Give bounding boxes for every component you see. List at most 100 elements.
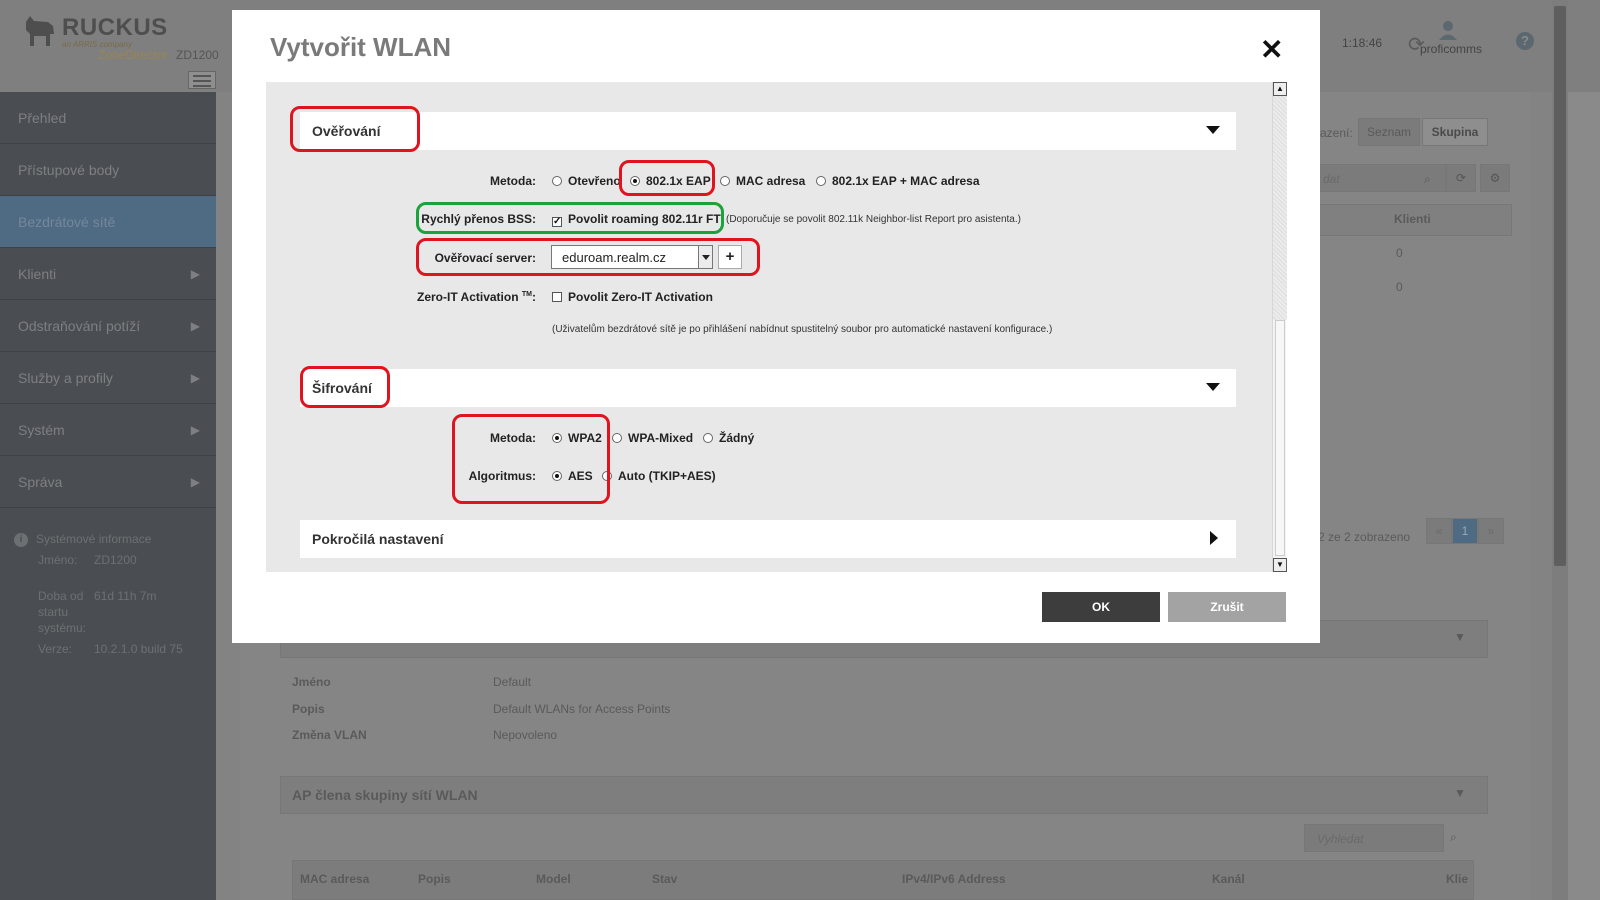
form-scrollbar[interactable]: ▲ ▼ bbox=[1272, 82, 1287, 572]
search-icon[interactable]: ⌕ bbox=[1424, 172, 1431, 187]
encryption-wpa2[interactable]: WPA2 bbox=[552, 431, 602, 445]
auth-server-select[interactable]: eduroam.realm.cz bbox=[551, 245, 713, 269]
detail-vlan-value: Nepovoleno bbox=[493, 728, 558, 742]
trademark-mark: TM bbox=[521, 291, 532, 298]
chevron-down-icon bbox=[1206, 383, 1220, 391]
create-wlan-dialog: Vytvořit WLAN ✕ Ověřování Metoda: Otevře… bbox=[232, 10, 1320, 643]
sidebar-item-services-profiles[interactable]: Služby a profily ▶ bbox=[0, 352, 216, 404]
sidebar-item-access-points[interactable]: Přístupové body bbox=[0, 144, 216, 196]
pagination-text: 2 ze 2 zobrazeno bbox=[1318, 530, 1411, 544]
algorithm-auto[interactable]: Auto (TKIP+AES) bbox=[602, 469, 716, 483]
refresh-list-button[interactable]: ⟳ bbox=[1446, 164, 1476, 192]
chevron-down-icon[interactable]: ▼ bbox=[1454, 630, 1466, 644]
detail-name-label: Jméno bbox=[292, 675, 331, 689]
sidebar-item-label: Bezdrátové sítě bbox=[18, 214, 116, 230]
view-group-button[interactable]: Skupina bbox=[1422, 118, 1488, 146]
checkbox-icon bbox=[552, 292, 562, 302]
chevron-right-icon: ▶ bbox=[190, 319, 200, 333]
add-server-button[interactable]: + bbox=[718, 245, 742, 269]
detail-description-value: Default WLANs for Access Points bbox=[493, 702, 671, 716]
view-list-button[interactable]: Seznam bbox=[1358, 118, 1420, 146]
column-header: Popis bbox=[418, 872, 451, 886]
sidebar-item-label: Odstraňování potíží bbox=[18, 318, 141, 334]
section-authentication[interactable]: Ověřování bbox=[300, 112, 1236, 150]
page-next-button[interactable]: » bbox=[1478, 518, 1504, 544]
cancel-button[interactable]: Zrušit bbox=[1168, 592, 1286, 622]
sidebar-item-overview[interactable]: Přehled bbox=[0, 92, 216, 144]
sidebar-item-administration[interactable]: Správa ▶ bbox=[0, 456, 216, 508]
fast-bss-checkbox[interactable]: ✓ Povolit roaming 802.11r FT bbox=[552, 212, 721, 227]
ap-group-title: AP člena skupiny sítí WLAN bbox=[292, 787, 478, 803]
top-right-tools: 1:18:46 ⟳ proficomms ? bbox=[1330, 18, 1570, 68]
radio-icon bbox=[612, 433, 622, 443]
radio-icon bbox=[703, 433, 713, 443]
option-label: 802.1x EAP + MAC adresa bbox=[832, 174, 980, 188]
zeroit-label: Zero-IT Activation TM: bbox=[386, 290, 536, 304]
user-icon[interactable] bbox=[1438, 20, 1458, 40]
option-label: Otevřeno bbox=[568, 174, 621, 188]
section-advanced[interactable]: Pokročilá nastavení bbox=[300, 520, 1236, 558]
scrollbar-thumb[interactable] bbox=[1554, 6, 1566, 566]
close-icon[interactable]: ✕ bbox=[1260, 36, 1283, 64]
settings-button[interactable]: ⚙ bbox=[1480, 164, 1510, 192]
auth-method-label: Metoda: bbox=[490, 174, 536, 188]
option-label: 802.1x EAP bbox=[646, 174, 711, 188]
section-title: Ověřování bbox=[312, 123, 381, 139]
scroll-down-icon[interactable]: ▼ bbox=[1273, 558, 1287, 572]
search-icon[interactable]: ⌕ bbox=[1450, 830, 1457, 845]
zeroit-label-colon: : bbox=[532, 290, 536, 304]
menu-toggle-button[interactable] bbox=[188, 71, 216, 89]
view-list-label: Seznam bbox=[1366, 125, 1412, 139]
column-header: MAC adresa bbox=[300, 872, 370, 886]
scroll-up-icon[interactable]: ▲ bbox=[1273, 82, 1287, 96]
zeroit-checkbox[interactable]: Povolit Zero-IT Activation bbox=[552, 290, 713, 304]
zeroit-hint: (Uživatelům bezdrátové sítě je po přihlá… bbox=[552, 324, 1053, 335]
encryption-none[interactable]: Žádný bbox=[703, 431, 754, 445]
fast-bss-hint: (Doporučuje se povolit 802.11k Neighbor-… bbox=[726, 214, 1021, 225]
chevron-right-icon bbox=[1210, 531, 1218, 545]
help-icon[interactable]: ? bbox=[1516, 32, 1534, 50]
auth-server-value: eduroam.realm.cz bbox=[562, 250, 667, 265]
sidebar-item-label: Správa bbox=[18, 474, 63, 490]
dog-logo-icon bbox=[26, 16, 54, 46]
page-scrollbar[interactable] bbox=[1552, 0, 1568, 900]
product-model: ZD1200 bbox=[176, 48, 219, 62]
sidebar-item-label: Přehled bbox=[18, 110, 67, 126]
chevron-down-icon[interactable] bbox=[698, 246, 712, 268]
search-placeholder: dat bbox=[1323, 172, 1340, 186]
option-label: MAC adresa bbox=[736, 174, 806, 188]
info-icon: i bbox=[14, 532, 28, 547]
user-name[interactable]: proficomms bbox=[1420, 42, 1482, 56]
page-prev-button[interactable]: « bbox=[1426, 518, 1452, 544]
column-header: Klie bbox=[1446, 872, 1469, 886]
ruckus-logo[interactable]: RUCKUS an ARRIS company ZoneDirector ZD1… bbox=[20, 8, 220, 68]
radio-checked-icon bbox=[552, 471, 562, 481]
fast-bss-label: Rychlý přenos BSS: bbox=[421, 212, 536, 226]
page-current-label: 1 bbox=[1461, 524, 1469, 538]
annotation-highlight bbox=[452, 414, 610, 504]
section-encryption[interactable]: Šifrování bbox=[300, 369, 1236, 407]
auth-method-mac[interactable]: MAC adresa bbox=[720, 174, 805, 188]
option-label: Žádný bbox=[719, 431, 755, 445]
page-current-button[interactable]: 1 bbox=[1452, 518, 1478, 544]
auth-method-open[interactable]: Otevřeno bbox=[552, 174, 621, 188]
option-label: WPA2 bbox=[568, 431, 602, 445]
sidebar-item-system[interactable]: Systém ▶ bbox=[0, 404, 216, 456]
sidebar-item-wireless-networks[interactable]: Bezdrátové sítě bbox=[0, 196, 216, 248]
clients-count: 0 bbox=[1396, 246, 1403, 260]
auth-method-8021x-mac[interactable]: 802.1x EAP + MAC adresa bbox=[816, 174, 980, 188]
algorithm-aes[interactable]: AES bbox=[552, 469, 593, 483]
scrollbar-thumb[interactable] bbox=[1275, 320, 1285, 556]
scroll-track[interactable] bbox=[1273, 96, 1287, 320]
sidebar-item-clients[interactable]: Klienti ▶ bbox=[0, 248, 216, 300]
sidebar-item-label: Služby a profily bbox=[18, 370, 113, 386]
ap-table-header bbox=[292, 860, 1474, 900]
ok-button[interactable]: OK bbox=[1042, 592, 1160, 622]
ap-search-input[interactable]: Vyhledat bbox=[1304, 824, 1444, 852]
detail-description-label: Popis bbox=[292, 702, 325, 716]
chevron-down-icon[interactable]: ▼ bbox=[1454, 786, 1466, 800]
encryption-wpa-mixed[interactable]: WPA-Mixed bbox=[612, 431, 693, 445]
auth-method-8021x[interactable]: 802.1x EAP bbox=[630, 174, 711, 188]
sidebar: Přehled Přístupové body Bezdrátové sítě … bbox=[0, 92, 216, 900]
sidebar-item-troubleshooting[interactable]: Odstraňování potíží ▶ bbox=[0, 300, 216, 352]
